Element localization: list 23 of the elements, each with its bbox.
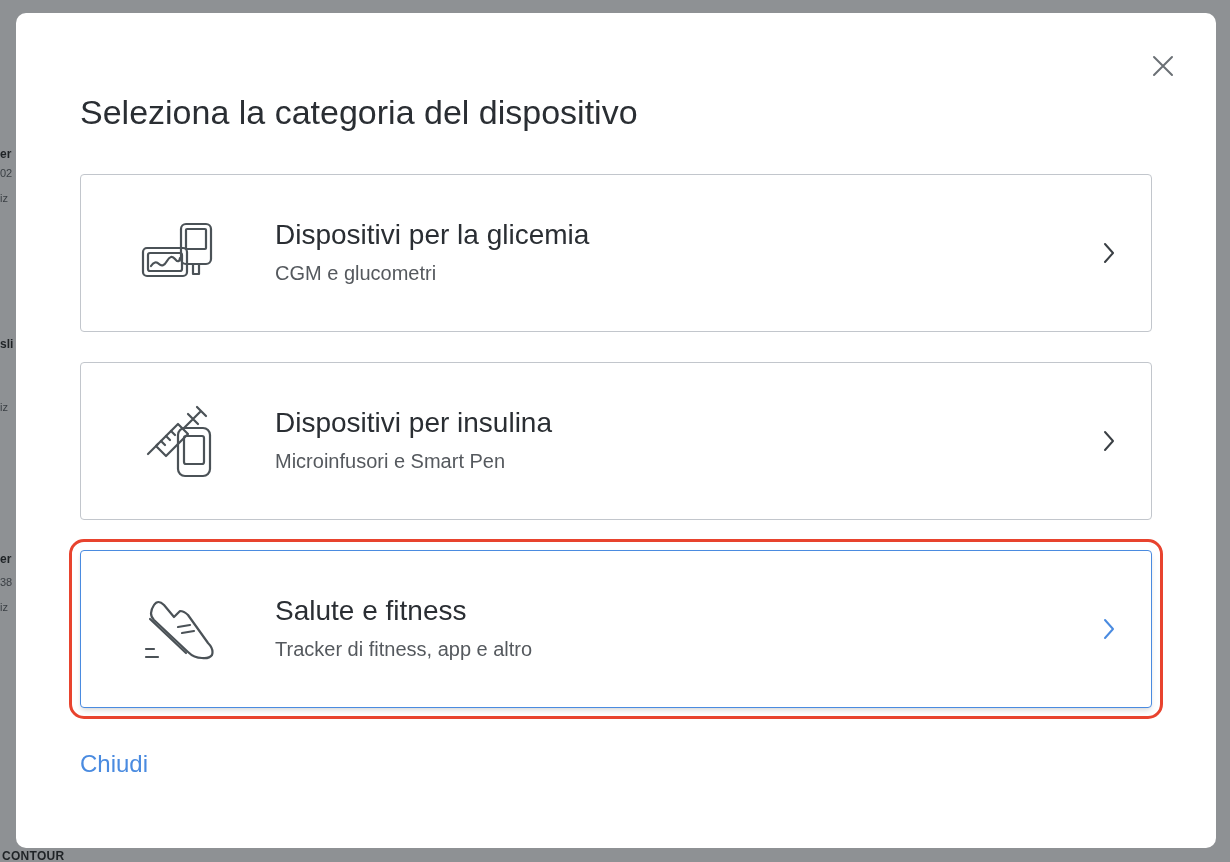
background-heading: er xyxy=(0,553,13,565)
background-text: 02 xyxy=(0,168,14,179)
option-subtitle: Tracker di fitness, app e altro xyxy=(275,637,534,662)
close-icon xyxy=(1152,55,1174,77)
option-subtitle: CGM e glucometri xyxy=(275,261,438,286)
option-title: Salute e fitness xyxy=(275,594,468,628)
option-title: Dispositivi per insulina xyxy=(275,406,553,440)
background-heading: CONTOUR xyxy=(2,850,65,862)
background-text: 38 xyxy=(0,577,14,588)
background-heading: er xyxy=(0,148,13,160)
category-option[interactable]: Dispositivi per la glicemia CGM e glucometri xyxy=(80,173,1152,332)
category-option[interactable]: Dispositivi per insulina Microinfusori e Smart Pen xyxy=(80,361,1152,520)
chevron-right-icon xyxy=(1103,617,1115,640)
option-subtitle: Microinfusori e Smart Pen xyxy=(275,449,507,474)
dialog-title: Seleziona la categoria del dispositivo xyxy=(80,92,639,133)
chevron-right-icon xyxy=(1103,241,1115,264)
option-title: Dispositivi per la glicemia xyxy=(275,218,591,252)
close-button[interactable] xyxy=(1150,53,1176,79)
chevron-right-icon xyxy=(1103,429,1115,452)
background-text: iz xyxy=(0,402,9,413)
background-text: iz xyxy=(0,602,9,613)
background-heading: sli xyxy=(0,338,15,350)
background-text: iz xyxy=(0,193,9,204)
